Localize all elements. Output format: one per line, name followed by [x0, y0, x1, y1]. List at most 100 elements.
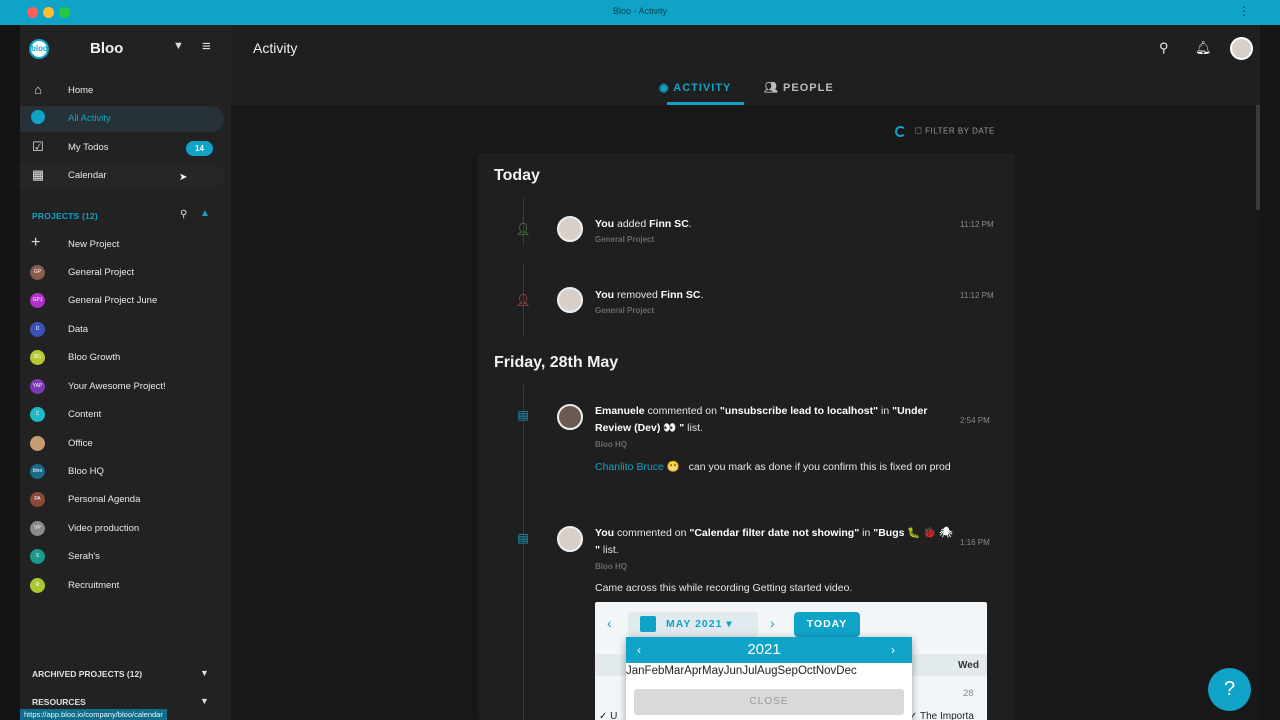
project-item[interactable]: YAP Your Awesome Project!: [20, 375, 224, 399]
event-time: 1:16 PM: [960, 538, 990, 547]
avatar[interactable]: [557, 526, 583, 552]
event-text: You removed Finn SC.: [595, 289, 704, 301]
day-heading: Today: [494, 167, 540, 184]
user-avatar[interactable]: [1230, 37, 1253, 60]
project-avatar: VP: [30, 521, 45, 536]
todos-count-badge: 14: [186, 141, 213, 156]
timeline-line: [523, 385, 524, 720]
search-projects-icon[interactable]: ⚲: [180, 209, 187, 220]
project-avatar: GP: [30, 265, 45, 280]
new-project-button[interactable]: + New Project: [20, 233, 224, 257]
window-edge: [0, 25, 20, 720]
project-item[interactable]: Office: [20, 432, 224, 456]
project-label: Personal Agenda: [68, 494, 141, 505]
chevron-right-icon: ›: [891, 643, 895, 657]
people-icon: 👥︎: [764, 82, 779, 94]
chevron-down-icon[interactable]: ▼: [200, 696, 209, 706]
event-text: You commented on "Calendar filter date n…: [595, 527, 953, 556]
project-label: Data: [68, 324, 89, 335]
help-button[interactable]: ?: [1208, 668, 1251, 711]
project-label: Bloo HQ: [68, 466, 104, 477]
sidebar-item-my-todos[interactable]: ☑ My Todos 14: [20, 135, 224, 161]
person-remove-icon: 👤︎: [515, 293, 531, 307]
chevron-up-icon[interactable]: ▲: [200, 208, 210, 219]
month-list: JanFebMarAprMayJunJulAugSepOctNovDec: [626, 665, 857, 677]
project-avatar: PA: [30, 492, 45, 507]
day-heading: Friday, 28th May: [494, 354, 619, 371]
avatar[interactable]: [557, 404, 583, 430]
project-item[interactable]: VP Video production: [20, 517, 224, 541]
filter-by-date-button[interactable]: ☐ FILTER BY DATE: [895, 126, 995, 137]
comment-icon: ▤: [517, 408, 529, 422]
sidebar-item-all-activity[interactable]: All Activity: [20, 106, 224, 132]
chevron-down-icon[interactable]: ▼: [173, 40, 184, 52]
mouse-cursor-icon: ➤: [179, 172, 188, 183]
project-label: Your Awesome Project!: [68, 381, 166, 392]
archived-projects-header[interactable]: ARCHIVED PROJECTS (12): [32, 669, 142, 679]
sidebar-item-label: Home: [68, 85, 94, 96]
year-label: 2021: [747, 641, 781, 658]
plus-icon: +: [31, 234, 41, 251]
sidebar-item-label: All Activity: [68, 113, 111, 124]
collapse-sidebar-icon[interactable]: ≡: [202, 38, 211, 55]
calendar-event: ✓ The Importa: [909, 711, 974, 720]
workspace-logo[interactable]: bloo: [29, 39, 49, 59]
checklist-icon: ☑: [32, 139, 44, 154]
close-button-image: CLOSE: [634, 689, 904, 715]
project-avatar: BG: [30, 350, 45, 365]
event-text: Emanuele commented on "unsubscribe lead …: [595, 405, 928, 434]
project-item[interactable]: C Content: [20, 403, 224, 427]
tab-people[interactable]: 👥︎ PEOPLE: [764, 81, 834, 94]
event-project[interactable]: General Project: [595, 235, 654, 244]
calendar-icon: ▦: [31, 167, 45, 182]
tab-label: ACTIVITY: [673, 82, 732, 94]
project-item[interactable]: D Data: [20, 318, 224, 342]
chevron-down-icon[interactable]: ▼: [200, 668, 209, 678]
attached-screenshot[interactable]: ‹ MAY 2021 ▾ › TODAY Wed 28 ✓ U ✓ The Im…: [595, 602, 987, 720]
event-text: You added Finn SC.: [595, 218, 692, 230]
project-item[interactable]: PA Personal Agenda: [20, 488, 224, 512]
sidebar-item-label: My Todos: [68, 142, 109, 153]
status-bar-url: https://app.bloo.io/company/bloo/calenda…: [20, 709, 167, 720]
bell-icon[interactable]: 🔔︎: [1195, 40, 1212, 56]
calendar-event: ✓ U: [599, 711, 618, 720]
project-avatar: S: [30, 549, 45, 564]
active-tab-indicator: [667, 102, 744, 105]
chevron-right-icon: ›: [770, 615, 775, 631]
search-icon[interactable]: ⚲: [1159, 40, 1169, 56]
avatar[interactable]: [557, 216, 583, 242]
project-item[interactable]: bloo Bloo HQ: [20, 460, 224, 484]
project-item[interactable]: S Serah's: [20, 545, 224, 569]
workspace-name[interactable]: Bloo: [90, 40, 123, 57]
resources-header[interactable]: RESOURCES: [32, 697, 86, 707]
today-button-image: TODAY: [794, 612, 860, 637]
sidebar-item-label: Calendar: [68, 170, 107, 181]
chevron-left-icon: ‹: [607, 615, 612, 631]
project-label: General Project: [68, 267, 135, 278]
tab-activity[interactable]: ◉ ACTIVITY: [659, 81, 731, 94]
window-titlebar: Bloo - Activity ⋮: [0, 0, 1280, 25]
project-item[interactable]: GPJ General Project June: [20, 289, 224, 313]
comment-body: Came across this while recording Getting…: [595, 582, 853, 594]
project-item[interactable]: R Recruitment: [20, 574, 224, 598]
project-label: Serah's: [68, 551, 100, 562]
new-project-label: New Project: [68, 239, 120, 250]
projects-section-header[interactable]: PROJECTS (12): [32, 211, 98, 221]
project-item[interactable]: BG Bloo Growth: [20, 346, 224, 370]
sidebar: bloo Bloo ▼ ≡ ⌂ Home All Activity ☑ My T…: [20, 25, 231, 720]
home-icon: ⌂: [34, 82, 42, 97]
mention-link[interactable]: Chanlito Bruce: [595, 461, 664, 473]
event-project[interactable]: General Project: [595, 306, 654, 315]
event-time: 11:12 PM: [960, 291, 994, 300]
avatar[interactable]: [557, 287, 583, 313]
window-title: Bloo - Activity: [612, 6, 668, 16]
event-project[interactable]: Bloo HQ: [595, 440, 627, 449]
sidebar-item-home[interactable]: ⌂ Home: [20, 78, 224, 104]
window-menu-icon[interactable]: ⋮: [1238, 4, 1250, 18]
event-time: 2:54 PM: [960, 416, 990, 425]
project-item[interactable]: GP General Project: [20, 261, 224, 285]
event-time: 11:12 PM: [960, 220, 994, 229]
sidebar-item-calendar[interactable]: ▦ Calendar: [20, 163, 224, 189]
event-project[interactable]: Bloo HQ: [595, 562, 627, 571]
compass-icon: [30, 110, 46, 126]
